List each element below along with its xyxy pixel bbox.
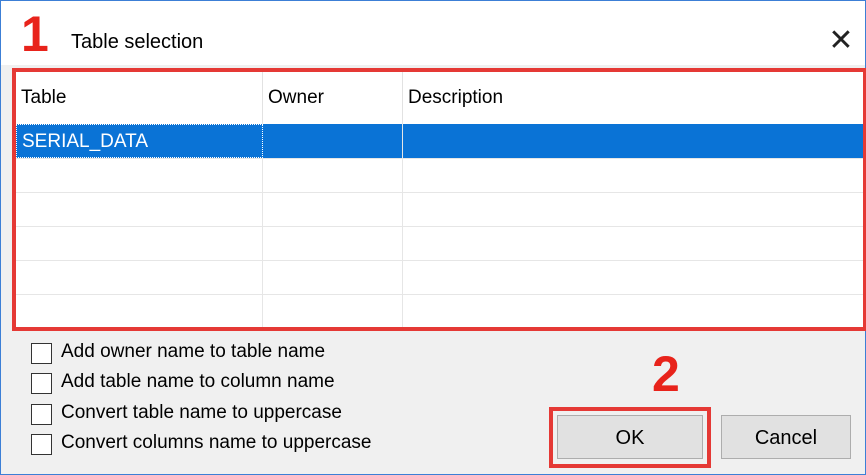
table-cell-name (16, 260, 263, 294)
table-grid[interactable]: Table Owner Description SERIAL_DATA (12, 68, 866, 331)
checkbox-convert-columns-uppercase[interactable] (31, 434, 52, 455)
table-row[interactable] (16, 226, 863, 261)
column-header-owner[interactable]: Owner (263, 72, 403, 124)
table-cell-owner (263, 226, 403, 260)
table-cell-name (16, 158, 263, 192)
table-cell-name (16, 294, 263, 327)
checkbox-add-table-name[interactable] (31, 373, 52, 394)
table-cell-owner (263, 294, 403, 327)
table-cell-description (403, 158, 863, 192)
table-cell-description (403, 226, 863, 260)
table-cell-description (403, 124, 863, 158)
option-label: Convert columns name to uppercase (61, 432, 372, 453)
option-label: Convert table name to uppercase (61, 402, 342, 423)
cancel-button[interactable]: Cancel (721, 415, 851, 459)
table-selection-dialog: Table selection ✕ Table Owner Descriptio… (0, 0, 866, 475)
table-cell-name (16, 192, 263, 226)
ok-button[interactable]: OK (557, 415, 703, 459)
annotation-marker-1: 1 (21, 6, 49, 62)
checkbox-add-owner-name[interactable] (31, 343, 52, 364)
close-icon[interactable]: ✕ (819, 19, 863, 63)
table-header: Table Owner Description (16, 72, 863, 125)
option-label: Add table name to column name (61, 371, 335, 392)
option-label: Add owner name to table name (61, 341, 326, 362)
table-cell-name: SERIAL_DATA (16, 124, 263, 158)
table-cell-description (403, 260, 863, 294)
annotation-marker-2: 2 (652, 346, 680, 402)
table-cell-name (16, 226, 263, 260)
table-cell-owner (263, 158, 403, 192)
checkbox-convert-table-uppercase[interactable] (31, 404, 52, 425)
table-row[interactable] (16, 192, 863, 227)
table-cell-owner (263, 192, 403, 226)
table-row[interactable]: SERIAL_DATA (16, 124, 863, 159)
table-cell-owner (263, 260, 403, 294)
column-header-table[interactable]: Table (16, 72, 263, 124)
table-row[interactable] (16, 260, 863, 295)
column-header-description[interactable]: Description (403, 72, 863, 124)
table-cell-owner (263, 124, 403, 158)
table-row[interactable] (16, 294, 863, 327)
table-cell-description (403, 192, 863, 226)
dialog-title: Table selection (71, 31, 204, 53)
table-row[interactable] (16, 158, 863, 193)
title-bar: Table selection ✕ (1, 1, 865, 65)
table-cell-description (403, 294, 863, 327)
